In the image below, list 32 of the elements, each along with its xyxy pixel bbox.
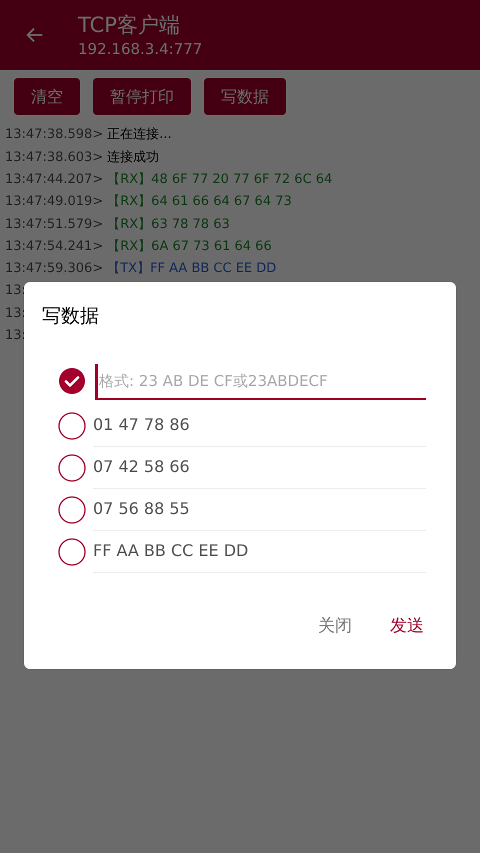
log-message: 【RX】64 61 66 64 67 64 73 (107, 193, 292, 212)
app-subtitle: 192.168.3.4:777 (78, 39, 202, 59)
log-timestamp: 13:47:59.306> (5, 260, 104, 278)
log-message: 连接成功 (107, 148, 160, 167)
radio-icon[interactable] (58, 454, 86, 482)
log-timestamp: 13: (5, 327, 26, 346)
radio-icon[interactable] (58, 412, 86, 440)
preset-option[interactable]: 01 47 78 86 (93, 404, 426, 446)
app-title: TCP客户端 (78, 12, 181, 39)
log-timestamp: 13:47:38.603> (5, 148, 104, 167)
log-message: 【TX】FF AA BB CC EE DD (107, 260, 276, 278)
log-timestamp: 13:47:44.207> (5, 170, 104, 189)
log-timestamp: 13:47:49.019> (5, 193, 104, 212)
log-timestamp: 13: (5, 282, 26, 300)
preset-option[interactable]: 07 42 58 66 (93, 446, 426, 488)
radio-icon[interactable] (58, 538, 86, 566)
log-timestamp: 13:47:54.241> (5, 238, 104, 256)
preset-option[interactable]: FF AA BB CC EE DD (93, 530, 426, 572)
radio-icon[interactable] (58, 496, 86, 524)
log-timestamp: 13:47:38.598> (5, 126, 104, 144)
hex-input-field[interactable]: 格式: 23 AB DE CF或23ABDECF (95, 364, 426, 400)
dialog-button[interactable]: 发送 (378, 608, 436, 645)
dialog-title: 写数据 (42, 304, 100, 329)
log-message: 【RX】6A 67 73 61 64 66 (107, 238, 272, 256)
log-message: 【RX】48 6F 77 20 77 6F 72 6C 64 (107, 170, 332, 189)
log-timestamp: 13: (5, 304, 26, 323)
dialog-button[interactable]: 关闭 (306, 608, 364, 645)
log-timestamp: 13:47:51.579> (5, 216, 104, 234)
checked-radio-icon[interactable] (58, 366, 86, 394)
log-message: 正在连接... (107, 126, 172, 144)
preset-option[interactable]: 07 56 88 55 (93, 488, 426, 530)
log-message: 【RX】63 78 78 63 (107, 216, 230, 234)
